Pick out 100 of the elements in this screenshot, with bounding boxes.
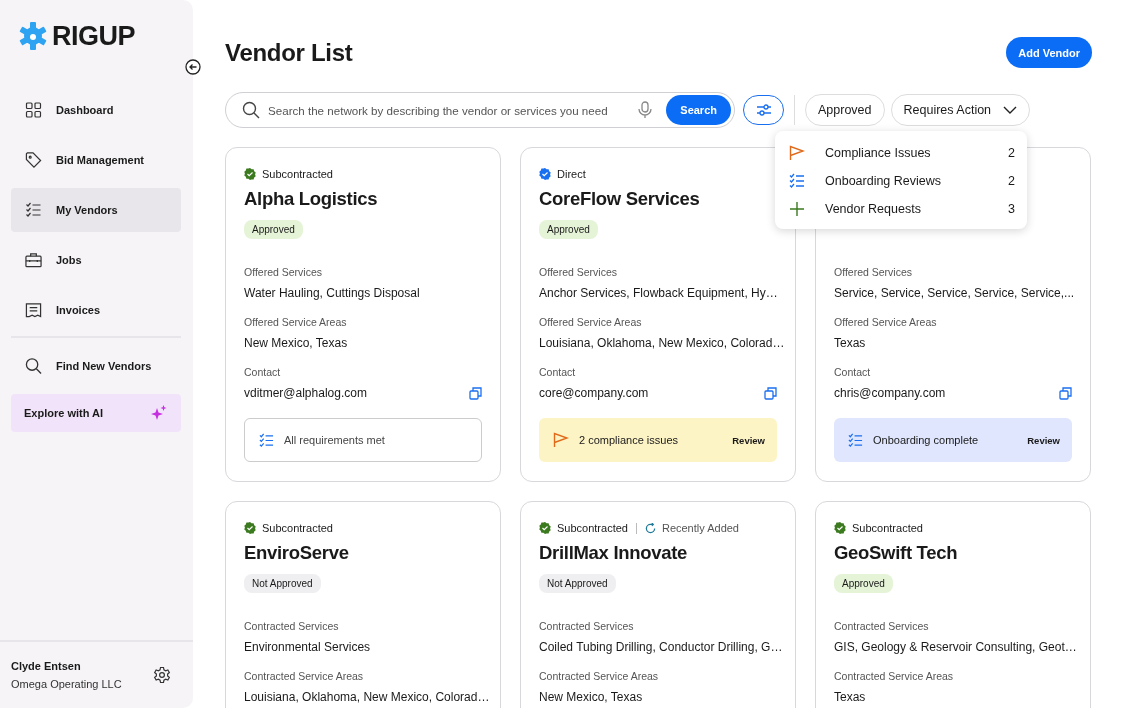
vendor-card[interactable]: Subcontracted Recently Added DrillMax Innovate Not Approved Contracted Services Coiled Tubing Drilling, Conductor Drilling, G… Contracted Service Areas New Mexico, Texas [520, 501, 796, 708]
vendor-name: Alpha Logistics [244, 188, 379, 210]
field-value: chris@company.com [834, 386, 946, 400]
menu-item-count: 2 [1008, 174, 1015, 188]
status-tag: Approved [244, 220, 303, 239]
field-label: Contracted Services [244, 620, 340, 632]
checklist-icon [789, 173, 805, 189]
field-label: Contracted Service Areas [539, 670, 660, 682]
field-value: Environmental Services [244, 640, 371, 654]
status-tag: Approved [834, 574, 893, 593]
field-value: vditmer@alphalog.com [244, 386, 367, 400]
nav-item[interactable]: Invoices [11, 288, 181, 332]
checklist-icon [25, 202, 42, 218]
banner-text: All requirements met [284, 434, 386, 446]
menu-item-count: 3 [1008, 202, 1015, 216]
requirements-banner[interactable]: All requirements met [244, 418, 482, 462]
logo-wordmark: RIGUP [52, 20, 135, 52]
vendor-card[interactable] [520, 147, 796, 482]
find-vendors-link[interactable]: Find New Vendors [11, 344, 181, 388]
field-label: Contracted Services [539, 620, 635, 632]
field-label: Contracted Service Areas [834, 670, 955, 682]
menu-item-count: 2 [1008, 146, 1015, 160]
field-label: Offered Service Areas [244, 316, 348, 328]
vendor-name: EnviroServe [244, 542, 350, 564]
field-label: Offered Services [834, 266, 913, 278]
field-value: Anchor Services, Flowback Equipment, Hy… [539, 286, 778, 300]
checklist-icon [259, 432, 274, 448]
field-value: Water Hauling, Cuttings Disposal [244, 286, 420, 300]
status-tag: Not Approved [244, 574, 321, 593]
field-label: Contact [834, 366, 872, 378]
field-label: Offered Service Areas [539, 316, 643, 328]
field-value: Coiled Tubing Drilling, Conductor Drilling, G… [539, 640, 783, 654]
menu-item-label: Onboarding Reviews [825, 174, 943, 188]
add-vendor-button[interactable]: Add Vendor [1006, 37, 1092, 68]
field-label: Contracted Services [834, 620, 930, 632]
microphone-icon[interactable] [638, 101, 653, 119]
field-value: GIS, Geology & Reservoir Consulting, Geot… [834, 640, 1077, 654]
requirements-banner[interactable]: Onboarding complete Review [834, 418, 1072, 462]
recently-added-label: Recently Added [661, 522, 739, 534]
field-label: Contact [244, 366, 282, 378]
vendor-name: CoreFlow Services [539, 188, 701, 210]
filter-chip[interactable]: Approved [805, 94, 885, 126]
vendor-card[interactable]: Subcontracted Alpha Logistics Approved Offered Services Water Hauling, Cuttings Disposal Offered Service Areas New Mexico, Texas Contact vditmer@alphalog.com All requirements met [225, 147, 501, 482]
field-value: Texas [834, 336, 866, 350]
filter-settings-button[interactable] [743, 95, 784, 125]
field-label: Offered Services [244, 266, 323, 278]
vendor-type: Direct [557, 168, 586, 180]
menu-item-label: Vendor Requests [825, 202, 922, 216]
receipt-icon [25, 302, 42, 318]
field-label: Contracted Service Areas [244, 670, 365, 682]
explore-ai-button[interactable]: Explore with AI [11, 394, 181, 432]
briefcase-icon [25, 252, 42, 268]
menu-item-label: Compliance Issues [825, 146, 932, 160]
filter-chip[interactable]: Requires Action [890, 94, 1031, 126]
checklist-icon [848, 432, 863, 448]
chevron-down-icon [1003, 106, 1018, 114]
flag-icon [553, 432, 569, 448]
nav-item[interactable]: Dashboard [11, 88, 181, 132]
flag-icon [789, 145, 805, 161]
vendor-card[interactable]: Subcontracted GeoSwift Tech Approved Contracted Services GIS, Geology & Reservoir Consulting, Geot… Contracted Service Areas Texas [815, 501, 1091, 708]
field-value: Louisiana, Oklahoma, New Mexico, Colorad… [244, 690, 490, 704]
requirements-banner[interactable]: 2 compliance issues Review [539, 418, 777, 462]
vendor-type: Subcontracted [557, 522, 628, 534]
banner-text: 2 compliance issues [579, 434, 680, 446]
vendor-type: Subcontracted [262, 522, 333, 534]
nav-item[interactable]: Bid Management [11, 138, 181, 182]
vendor-name: GeoSwift Tech [834, 542, 959, 564]
status-tag: Approved [539, 220, 598, 239]
grid-icon [25, 102, 42, 118]
field-value: Service, Service, Service, Service, Service,... [834, 286, 1075, 300]
field-value: Texas [834, 690, 866, 704]
settings-icon[interactable] [153, 666, 171, 684]
vendor-card[interactable]: Subcontracted EnviroServe Not Approved Contracted Services Environmental Services Contracted Service Areas Louisiana, Oklahoma, New Mexico, Colorad… [225, 501, 501, 708]
vendor-type: Subcontracted [852, 522, 923, 534]
field-label: Offered Services [539, 266, 618, 278]
sliders-icon [755, 103, 772, 117]
search-button[interactable]: Search [666, 95, 731, 125]
sparkle-icon [151, 405, 167, 421]
nav-item[interactable]: My Vendors [11, 188, 181, 232]
copy-icon[interactable] [764, 386, 777, 400]
tag-icon [25, 151, 42, 169]
vendor-type: Subcontracted [262, 168, 333, 180]
field-label: Contact [539, 366, 577, 378]
field-value: New Mexico, Texas [244, 336, 348, 350]
search-icon [242, 101, 260, 119]
review-link[interactable]: Review [732, 434, 765, 446]
field-value: core@company.com [539, 386, 649, 400]
review-link[interactable]: Review [1027, 434, 1060, 446]
banner-text: Onboarding complete [873, 434, 980, 446]
field-label: Offered Service Areas [834, 316, 938, 328]
user-name: Clyde Entsen [11, 660, 82, 672]
vendor-name: DrillMax Innovate [539, 542, 689, 564]
refresh-icon [644, 522, 656, 534]
copy-icon[interactable] [469, 386, 482, 400]
status-tag: Not Approved [539, 574, 616, 593]
copy-icon[interactable] [1059, 386, 1072, 400]
nav-item[interactable]: Jobs [11, 238, 181, 282]
plus-icon [789, 201, 805, 217]
page-title: Vendor List [225, 38, 353, 67]
search-icon [25, 357, 42, 375]
